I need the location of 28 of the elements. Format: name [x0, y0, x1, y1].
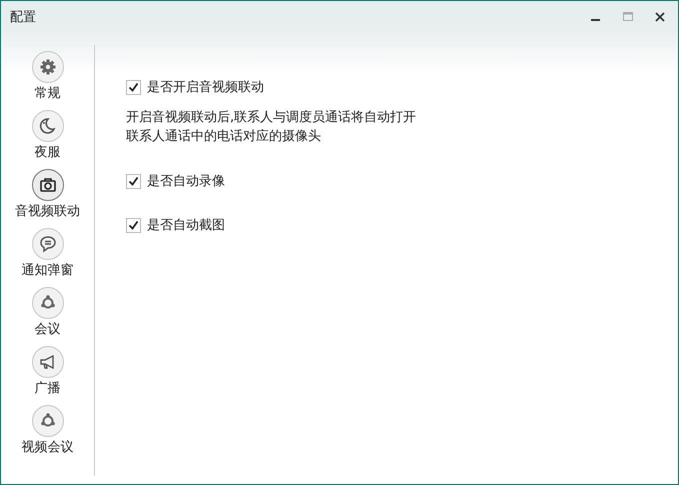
checkbox-label: 是否自动截图 — [147, 217, 225, 234]
checkbox[interactable] — [126, 218, 141, 232]
close-icon[interactable] — [653, 10, 667, 24]
sidebar-label: 夜服 — [34, 145, 60, 161]
checkbox-label: 是否自动录像 — [147, 173, 225, 190]
speech-bubble-icon — [38, 234, 58, 254]
sidebar-label: 常规 — [34, 86, 60, 102]
sidebar-label: 视频会议 — [22, 440, 74, 456]
window-title: 配置 — [10, 9, 36, 26]
sidebar-label: 通知弹窗 — [22, 263, 74, 279]
sidebar-label: 广播 — [34, 381, 60, 397]
description-text: 开启音视频联动后,联系人与调度员通话将自动打开 — [126, 109, 416, 127]
sidebar-item[interactable]: 通知弹窗 — [1, 228, 94, 279]
sidebar-item[interactable]: 常规 — [1, 51, 94, 102]
checkbox[interactable] — [126, 174, 141, 188]
sidebar-label: 会议 — [34, 322, 60, 338]
checkbox[interactable] — [126, 80, 141, 94]
sidebar-item[interactable]: 音视频联动 — [1, 169, 94, 220]
description-text: 联系人通话中的电话对应的摄像头 — [126, 128, 321, 146]
sidebar-item[interactable]: 视频会议 — [1, 405, 94, 456]
gear-icon — [38, 57, 58, 77]
sidebar-item[interactable]: 广播 — [1, 346, 94, 397]
sidebar-item[interactable]: 会议 — [1, 287, 94, 338]
sidebar-label: 音视频联动 — [15, 204, 80, 220]
moon-icon — [38, 116, 58, 136]
camera-icon — [38, 175, 58, 195]
checkbox-label: 是否开启音视频联动 — [147, 79, 264, 96]
sidebar-item[interactable]: 夜服 — [1, 110, 94, 161]
